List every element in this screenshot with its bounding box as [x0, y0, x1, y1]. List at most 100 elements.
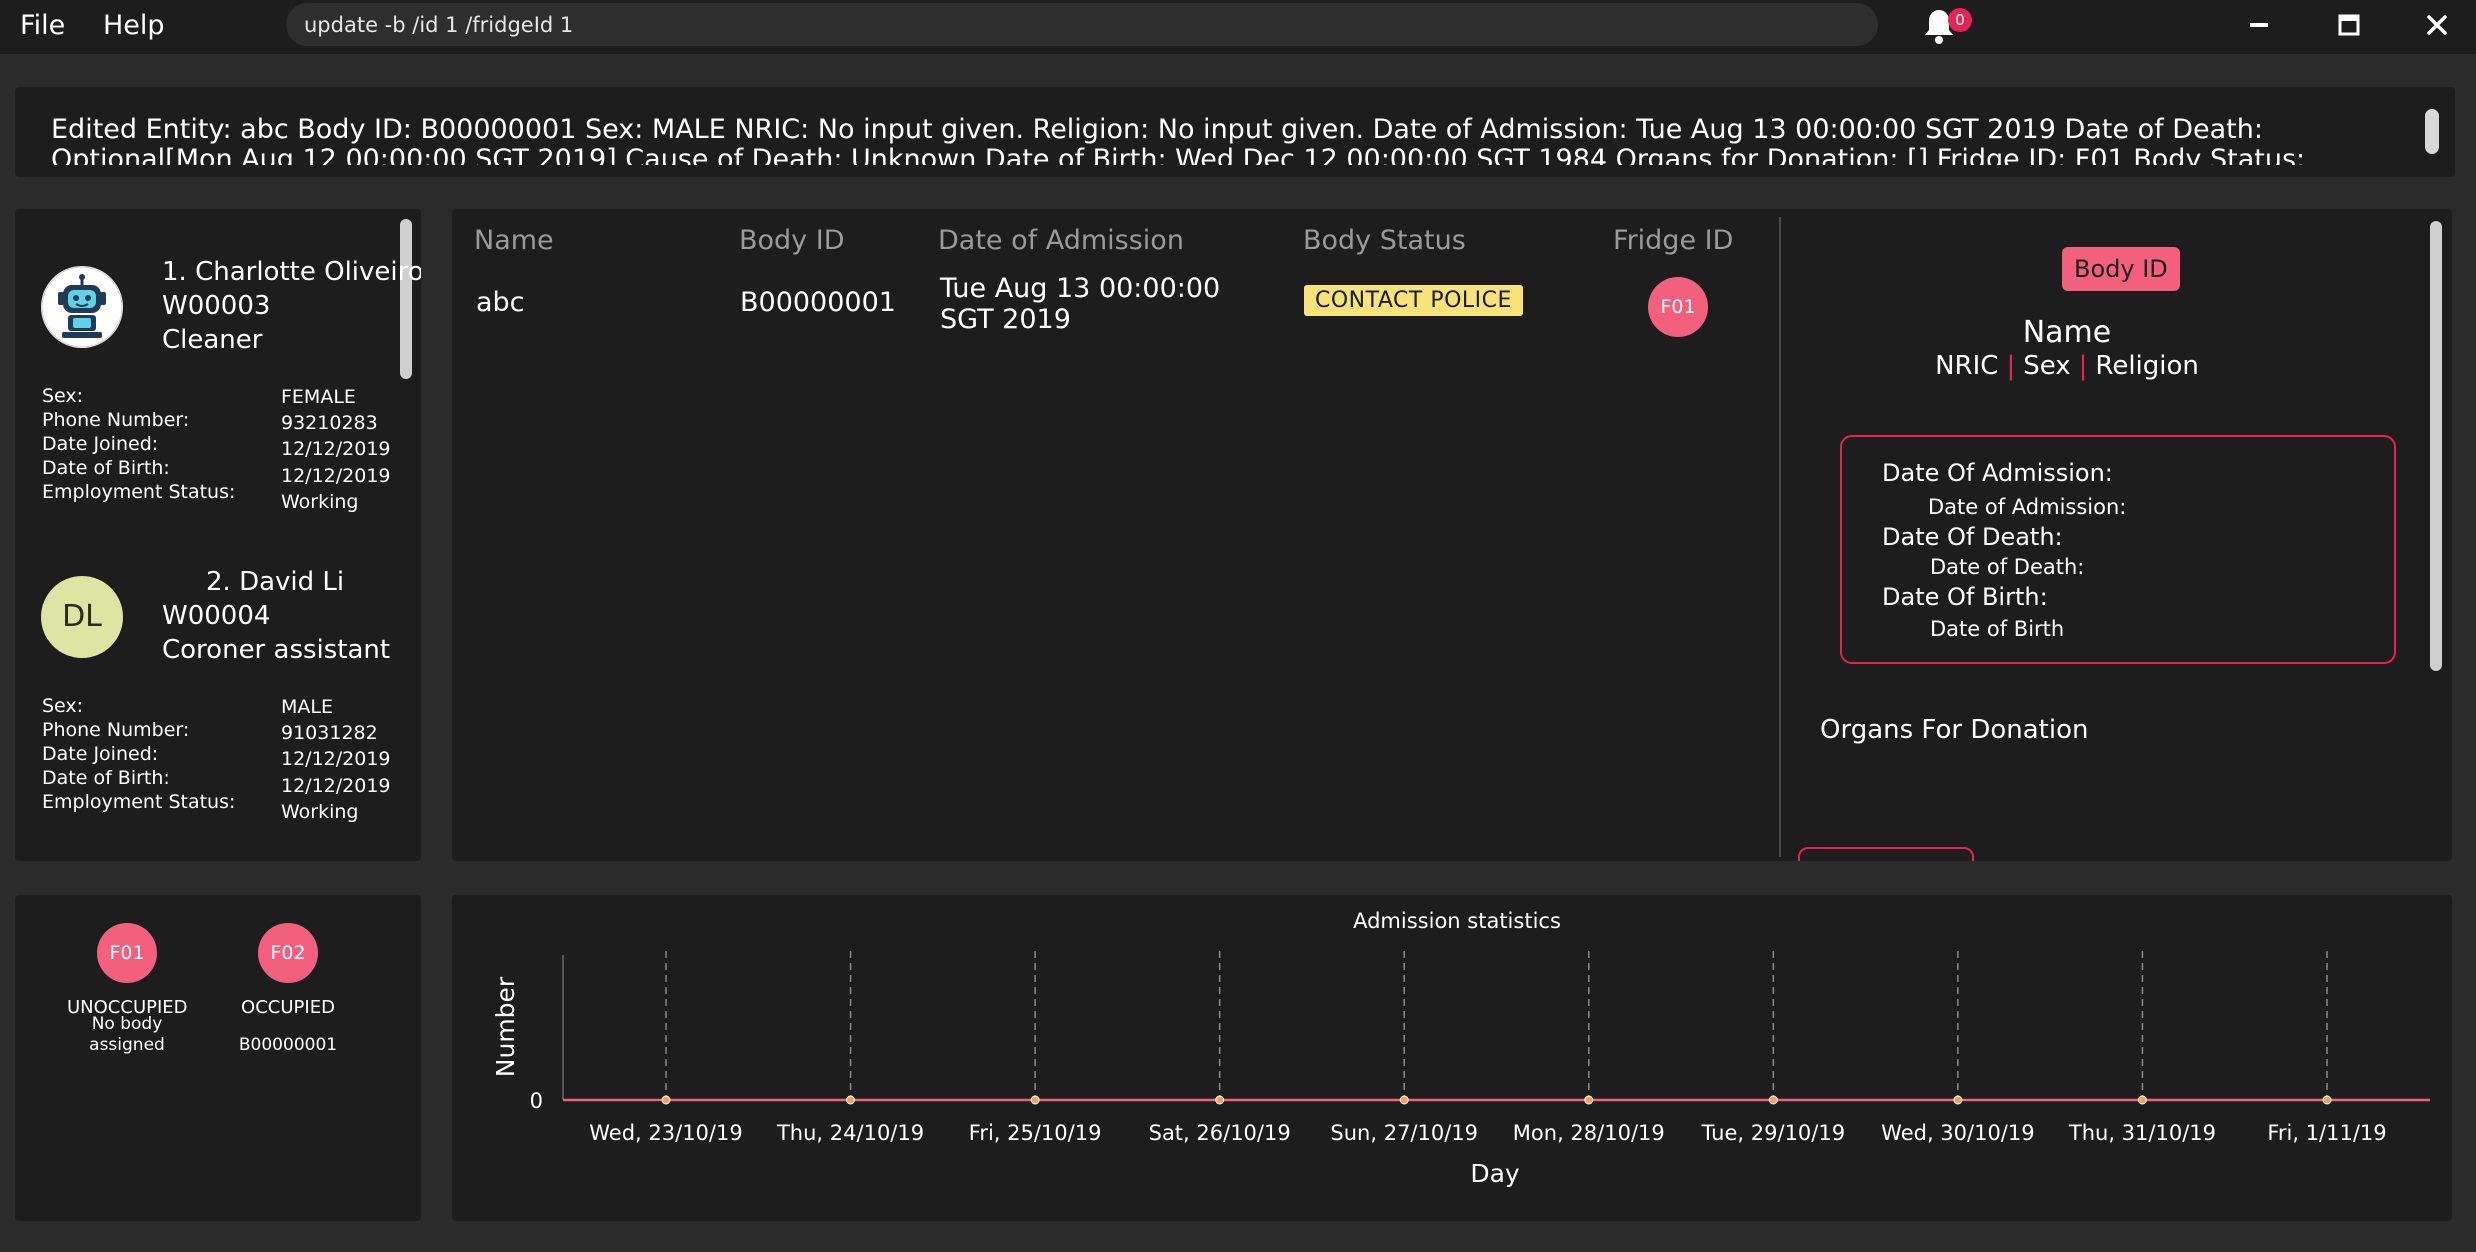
fridge-panel: F01 UNOCCUPIED No body assigned F02 OCCU…: [15, 895, 421, 1221]
sex-label: Sex:: [42, 385, 84, 407]
data-point: [1953, 1095, 1963, 1105]
chart-grid: [665, 951, 2328, 1100]
result-scrollbar[interactable]: [2425, 109, 2439, 154]
fridge-status: OCCUPIED: [241, 997, 335, 1018]
dob-value: 12/12/2019: [281, 775, 391, 797]
x-tick-label: Thu, 24/10/19: [776, 1121, 924, 1145]
fridge-body: No body assigned: [89, 1014, 165, 1055]
admission-heading: Date Of Admission:: [1882, 459, 2113, 487]
worker-list-panel: 1. Charlotte Oliveiro W00003 Cleaner Sex…: [15, 209, 421, 861]
data-point: [846, 1095, 856, 1105]
menu-bar: File Help update -b /id 1 /fridgeId 1 0: [0, 0, 2476, 54]
x-tick-label: Tue, 29/10/19: [1701, 1121, 1846, 1145]
date-joined-value: 12/12/2019: [281, 438, 391, 460]
chart-x-label: Day: [1470, 1159, 1520, 1188]
employment-status-label: Employment Status:: [42, 791, 236, 813]
phone-label: Phone Number:: [42, 719, 190, 741]
data-point: [1215, 1095, 1225, 1105]
x-tick-label: Wed, 23/10/19: [589, 1121, 742, 1145]
separator: |: [2078, 351, 2088, 381]
x-tick-label: Wed, 30/10/19: [1881, 1121, 2034, 1145]
close-icon[interactable]: [2422, 10, 2452, 40]
dob-label: Date of Birth:: [42, 457, 170, 479]
employment-status-value: Working: [281, 491, 359, 513]
detail-sex: Sex: [2023, 351, 2071, 381]
fridge-icon: F02: [258, 923, 318, 983]
detail-nric: NRIC: [1935, 351, 1999, 381]
worker-card[interactable]: 1. Charlotte Oliveiro W00003 Cleaner Sex…: [15, 209, 421, 519]
date-joined-value: 12/12/2019: [281, 748, 391, 770]
detail-name: Name: [2022, 315, 2112, 350]
admission-value: Date of Admission:: [1928, 495, 2127, 519]
chart-series: [563, 1095, 2430, 1105]
x-tick-label: Thu, 31/10/19: [2068, 1121, 2216, 1145]
notification-badge: 0: [1948, 8, 1972, 32]
organs-heading: Organs For Donation: [1820, 715, 2089, 745]
worker-role: Cleaner: [162, 325, 263, 355]
fridge-body: B00000001: [238, 1035, 338, 1055]
robot-avatar-icon: [41, 266, 123, 348]
command-input[interactable]: update -b /id 1 /fridgeId 1: [286, 3, 1878, 46]
worker-name: 2. David Li: [206, 567, 345, 597]
column-header-body-id[interactable]: Body ID: [739, 225, 845, 256]
date-joined-label: Date Joined:: [42, 433, 159, 455]
detail-subtitle: NRIC | Sex | Religion: [1802, 351, 2332, 381]
date-joined-label: Date Joined:: [42, 743, 159, 765]
body-table-panel: Name Body ID Date of Admission Body Stat…: [452, 209, 2452, 861]
minimize-icon[interactable]: [2244, 10, 2274, 40]
x-tick-label: Sun, 27/10/19: [1330, 1121, 1478, 1145]
worker-id: W00004: [162, 601, 271, 631]
detail-religion: Religion: [2095, 351, 2199, 381]
data-point: [1768, 1095, 1778, 1105]
data-point: [1584, 1095, 1594, 1105]
maximize-icon[interactable]: [2334, 10, 2364, 40]
death-heading: Date Of Death:: [1882, 523, 2063, 551]
birth-value: Date of Birth: [1930, 617, 2065, 641]
initials-avatar: DL: [41, 576, 123, 658]
chart-y-label: Number: [491, 976, 520, 1077]
chart-x-ticks: Wed, 23/10/19 Thu, 24/10/19 Fri, 25/10/19 S…: [589, 1121, 2386, 1145]
column-header-admission[interactable]: Date of Admission: [938, 225, 1184, 256]
menu-help[interactable]: Help: [103, 10, 165, 41]
data-point: [2322, 1095, 2332, 1105]
birth-heading: Date Of Birth:: [1882, 583, 2048, 611]
split-divider[interactable]: [1779, 217, 1781, 857]
employment-status-value: Working: [281, 801, 359, 823]
admission-chart-panel: Admission statistics Number Day 0 Wed, 2…: [452, 895, 2452, 1221]
detail-scrollbar[interactable]: [2430, 221, 2442, 671]
employment-status-label: Employment Status:: [42, 481, 236, 503]
data-point: [2137, 1095, 2147, 1105]
organs-box: [1798, 847, 1974, 861]
column-header-status[interactable]: Body Status: [1303, 225, 1466, 256]
fridge-icon: F01: [97, 923, 157, 983]
admission-chart: Admission statistics Number Day 0 Wed, 2…: [491, 909, 2430, 1188]
death-value: Date of Death:: [1930, 555, 2085, 579]
menu-file[interactable]: File: [20, 10, 65, 41]
row-body-id: B00000001: [740, 287, 896, 318]
x-tick-label: Fri, 1/11/19: [2267, 1121, 2386, 1145]
column-header-name[interactable]: Name: [474, 225, 554, 256]
data-point: [661, 1095, 671, 1105]
y-tick-label: 0: [530, 1089, 543, 1113]
dates-box: Date Of Admission: Date of Admission: Da…: [1840, 435, 2396, 664]
row-admission: Tue Aug 13 00:00:00 SGT 2019: [940, 273, 1221, 335]
chart-title: Admission statistics: [1353, 909, 1561, 933]
dob-value: 12/12/2019: [281, 465, 391, 487]
fridge-badge: F01: [1648, 277, 1708, 337]
data-point: [1030, 1095, 1040, 1105]
worker-name: 1. Charlotte Oliveiro: [162, 257, 421, 287]
status-badge: CONTACT POLICE: [1304, 285, 1523, 316]
phone-value: 93210283: [281, 412, 378, 434]
worker-card[interactable]: DL 2. David Li W00004 Coroner assistant …: [15, 519, 399, 829]
x-tick-label: Mon, 28/10/19: [1513, 1121, 1665, 1145]
worker-list-scrollbar[interactable]: [400, 219, 412, 379]
sex-value: MALE: [281, 696, 333, 718]
row-name: abc: [476, 287, 525, 318]
sex-value: FEMALE: [281, 386, 356, 408]
worker-role: Coroner assistant: [162, 635, 391, 665]
x-tick-label: Fri, 25/10/19: [969, 1121, 1102, 1145]
result-display: Edited Entity: abc Body ID: B00000001 Se…: [15, 87, 2455, 177]
chart-y-ticks: 0: [530, 1089, 543, 1113]
separator: |: [2006, 351, 2016, 381]
column-header-fridge[interactable]: Fridge ID: [1613, 225, 1733, 256]
